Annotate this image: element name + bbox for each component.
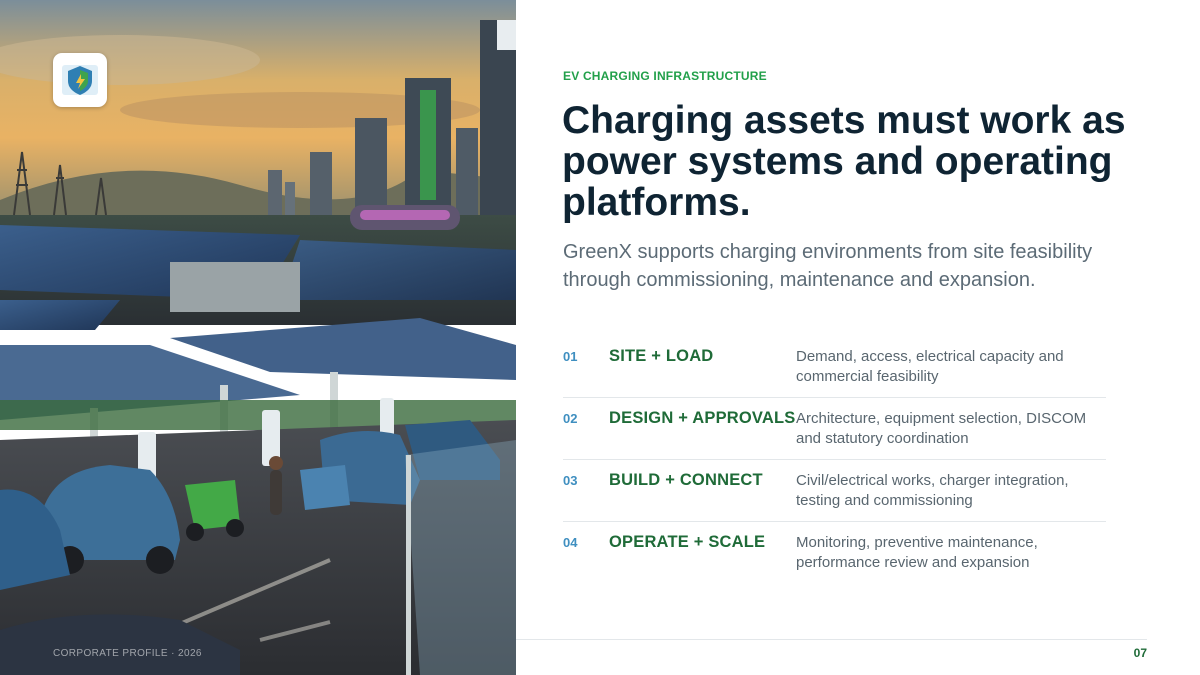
step-row: 03 BUILD + CONNECT Civil/electrical work… [563,460,1106,522]
greenx-shield-logo-icon [62,65,98,95]
step-description: Architecture, equipment selection, DISCO… [796,410,1087,447]
step-description: Monitoring, preventive maintenance, perf… [796,534,1038,571]
step-row: 02 DESIGN + APPROVALS Architecture, equi… [563,398,1106,460]
page-number: 07 [1133,646,1147,660]
step-title: DESIGN + APPROVALS [609,409,796,427]
hero-photo: CORPORATE PROFILE · 2026 [0,0,516,675]
step-number: 03 [563,473,578,488]
process-steps-list: 01 SITE + LOAD Demand, access, electrica… [563,336,1106,583]
step-row: 04 OPERATE + SCALE Monitoring, preventiv… [563,522,1106,583]
footer-divider [516,639,1147,640]
step-description: Demand, access, electrical capacity and … [796,348,1064,385]
page-headline: Charging assets must work as power syste… [562,99,1126,224]
step-description: Civil/electrical works, charger integrat… [796,472,1069,509]
step-number: 01 [563,349,578,364]
company-logo [53,53,107,107]
step-number: 04 [563,535,578,550]
section-eyebrow: EV CHARGING INFRASTRUCTURE [563,69,767,83]
step-title: OPERATE + SCALE [609,533,766,551]
step-title: BUILD + CONNECT [609,471,763,489]
corporate-profile-label: CORPORATE PROFILE · 2026 [53,648,202,659]
step-row: 01 SITE + LOAD Demand, access, electrica… [563,336,1106,398]
page-subtitle: GreenX supports charging environments fr… [563,241,1093,291]
step-title: SITE + LOAD [609,347,714,365]
step-number: 02 [563,411,578,426]
